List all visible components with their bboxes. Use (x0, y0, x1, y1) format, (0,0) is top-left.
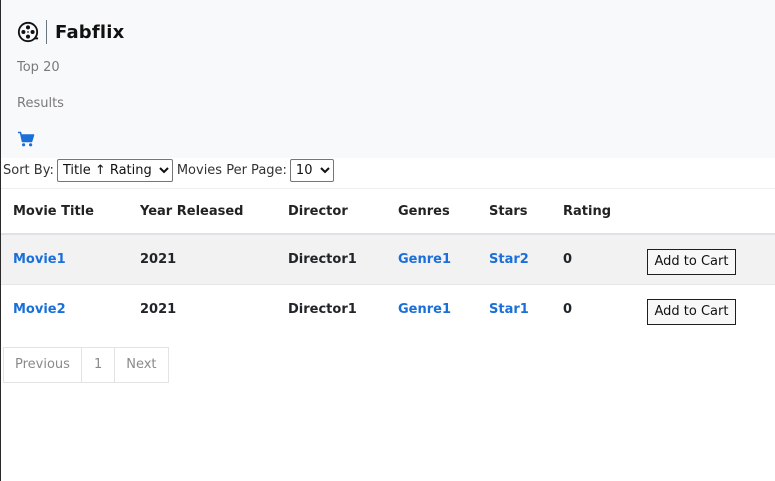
movie-year: 2021 (128, 284, 276, 334)
table-row: Movie1 2021 Director1 Genre1 Star2 0 Add… (1, 233, 775, 285)
brand-separator (46, 20, 47, 44)
table-row: Movie2 2021 Director1 Genre1 Star1 0 Add… (1, 284, 775, 334)
movie-genre-link[interactable]: Genre1 (398, 302, 451, 317)
movie-star-link[interactable]: Star2 (489, 252, 529, 267)
movie-table: Movie Title Year Released Director Genre… (1, 189, 775, 334)
movie-director: Director1 (276, 284, 386, 334)
pagination-page-1[interactable]: 1 (80, 347, 116, 383)
movie-rating: 0 (551, 233, 635, 285)
per-page-select[interactable]: 10 (289, 158, 334, 182)
shopping-cart-icon[interactable] (17, 131, 35, 147)
per-page-label: Movies Per Page: (176, 162, 287, 178)
pagination-next[interactable]: Next (114, 347, 169, 383)
pagination-previous[interactable]: Previous (3, 347, 82, 383)
navbar: Fabflix Top 20 Results (1, 0, 775, 158)
sort-select[interactable]: Title ↑ Rating ↓ (56, 158, 173, 182)
movie-year: 2021 (128, 233, 276, 285)
nav-top20-link[interactable]: Top 20 (17, 60, 60, 75)
sort-label: Sort By: (3, 162, 54, 178)
brand-name[interactable]: Fabflix (55, 22, 124, 43)
movie-star-link[interactable]: Star1 (489, 302, 529, 317)
column-header-genres[interactable]: Genres (386, 189, 477, 235)
column-header-director[interactable]: Director (276, 189, 386, 235)
add-to-cart-button[interactable]: Add to Cart (647, 248, 736, 275)
nav-results-link[interactable]: Results (17, 96, 64, 111)
table-header-row: Movie Title Year Released Director Genre… (1, 189, 775, 235)
brand[interactable]: Fabflix (17, 19, 124, 45)
movie-genre-link[interactable]: Genre1 (398, 252, 451, 267)
movie-title-link[interactable]: Movie1 (13, 252, 66, 267)
list-controls: Sort By: Title ↑ Rating ↓ Movies Per Pag… (3, 158, 338, 182)
column-header-title[interactable]: Movie Title (1, 189, 128, 235)
column-header-stars[interactable]: Stars (477, 189, 551, 235)
movie-title-link[interactable]: Movie2 (13, 302, 66, 317)
pagination: Previous 1 Next (3, 347, 169, 383)
add-to-cart-button[interactable]: Add to Cart (647, 298, 736, 325)
page: Fabflix Top 20 Results Sort By: Title ↑ … (0, 0, 775, 481)
column-header-rating[interactable]: Rating (551, 189, 635, 235)
film-reel-icon (17, 21, 39, 43)
movie-rating: 0 (551, 284, 635, 334)
movie-director: Director1 (276, 233, 386, 285)
column-header-year[interactable]: Year Released (128, 189, 276, 235)
column-header-action (635, 189, 775, 235)
